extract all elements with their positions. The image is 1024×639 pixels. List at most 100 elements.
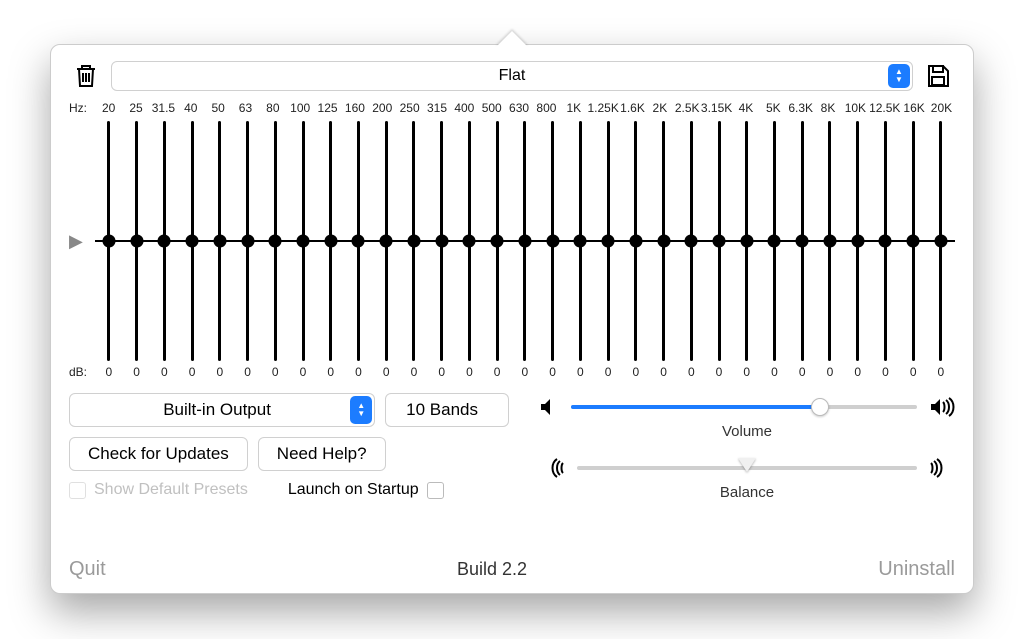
freq-label: 12.5K (869, 101, 900, 115)
slider-knob[interactable] (713, 235, 726, 248)
gain-label: 0 (345, 365, 373, 379)
eq-band-slider[interactable] (150, 121, 178, 361)
slider-knob[interactable] (934, 235, 947, 248)
eq-band-slider[interactable] (123, 121, 151, 361)
volume-slider[interactable] (571, 397, 917, 417)
eq-band-slider[interactable] (761, 121, 789, 361)
slider-knob[interactable] (879, 235, 892, 248)
slider-knob[interactable] (352, 235, 365, 248)
slider-knob[interactable] (657, 235, 670, 248)
eq-band-slider[interactable] (456, 121, 484, 361)
eq-band-slider[interactable] (345, 121, 373, 361)
eq-band-slider[interactable] (206, 121, 234, 361)
frequency-labels-row: Hz: 202531.54050638010012516020025031540… (69, 101, 955, 115)
slider-knob[interactable] (491, 235, 504, 248)
slider-knob[interactable] (574, 235, 587, 248)
slider-knob[interactable] (907, 235, 920, 248)
eq-band-slider[interactable] (677, 121, 705, 361)
eq-band-slider[interactable] (927, 121, 955, 361)
eq-band-slider[interactable] (317, 121, 345, 361)
slider-knob[interactable] (740, 235, 753, 248)
slider-knob[interactable] (102, 235, 115, 248)
gain-label: 0 (261, 365, 289, 379)
freq-label: 160 (341, 101, 368, 115)
output-device-select[interactable]: Built-in Output ▲▼ (69, 393, 375, 427)
slider-knob[interactable] (435, 235, 448, 248)
eq-band-slider[interactable] (289, 121, 317, 361)
gain-label: 0 (761, 365, 789, 379)
slider-knob[interactable] (518, 235, 531, 248)
uninstall-button[interactable]: Uninstall (878, 558, 955, 581)
slider-knob[interactable] (851, 235, 864, 248)
gain-label: 0 (899, 365, 927, 379)
need-help-button[interactable]: Need Help? (258, 437, 386, 471)
check-updates-button[interactable]: Check for Updates (69, 437, 248, 471)
controls-right: Volume Balance (539, 393, 955, 519)
eq-band-slider[interactable] (95, 121, 123, 361)
eq-band-slider[interactable] (650, 121, 678, 361)
gain-label: 0 (178, 365, 206, 379)
eq-band-slider[interactable] (539, 121, 567, 361)
slider-knob[interactable] (407, 235, 420, 248)
slider-knob[interactable] (241, 235, 254, 248)
db-axis-label: dB: (69, 365, 95, 379)
slider-knob[interactable] (796, 235, 809, 248)
eq-band-slider[interactable] (400, 121, 428, 361)
eq-band-slider[interactable] (178, 121, 206, 361)
slider-knob[interactable] (546, 235, 559, 248)
eq-band-slider[interactable] (594, 121, 622, 361)
eq-band-slider[interactable] (234, 121, 262, 361)
slider-knob[interactable] (380, 235, 393, 248)
eq-band-slider[interactable] (511, 121, 539, 361)
eq-band-slider[interactable] (733, 121, 761, 361)
launch-on-startup-checkbox[interactable]: Launch on Startup (288, 481, 444, 499)
top-bar: Flat ▲▼ (69, 59, 955, 93)
checkbox-icon (69, 482, 86, 499)
eq-band-slider[interactable] (705, 121, 733, 361)
eq-band-slider[interactable] (872, 121, 900, 361)
checkbox-icon (427, 482, 444, 499)
bands-select[interactable]: 10 Bands (385, 393, 509, 427)
slider-knob[interactable] (269, 235, 282, 248)
slider-knob[interactable] (768, 235, 781, 248)
eq-band-slider[interactable] (788, 121, 816, 361)
equalizer-popover: Flat ▲▼ Hz: 202531.540506380100125160200… (50, 44, 974, 594)
slider-knob[interactable] (685, 235, 698, 248)
slider-knob[interactable] (130, 235, 143, 248)
slider-knob[interactable] (463, 235, 476, 248)
eq-band-slider[interactable] (483, 121, 511, 361)
gain-label: 0 (677, 365, 705, 379)
freq-label: 1.25K (587, 101, 618, 115)
freq-label: 20 (95, 101, 122, 115)
slider-knob[interactable] (602, 235, 615, 248)
save-preset-button[interactable] (921, 59, 955, 93)
quit-button[interactable]: Quit (69, 558, 106, 581)
slider-knob[interactable] (297, 235, 310, 248)
output-device-label: Built-in Output (163, 400, 271, 420)
gain-label: 0 (428, 365, 456, 379)
slider-knob[interactable] (629, 235, 642, 248)
freq-label: 3.15K (701, 101, 732, 115)
slider-knob[interactable] (324, 235, 337, 248)
preset-select[interactable]: Flat ▲▼ (111, 61, 913, 91)
eq-band-slider[interactable] (899, 121, 927, 361)
gain-label: 0 (150, 365, 178, 379)
eq-band-slider[interactable] (261, 121, 289, 361)
balance-slider[interactable] (577, 458, 917, 478)
controls: Built-in Output ▲▼ 10 Bands Check for Up… (69, 393, 955, 519)
delete-preset-button[interactable] (69, 59, 103, 93)
eq-band-slider[interactable] (622, 121, 650, 361)
slider-knob[interactable] (186, 235, 199, 248)
gain-label: 0 (872, 365, 900, 379)
eq-band-slider[interactable] (816, 121, 844, 361)
slider-knob[interactable] (213, 235, 226, 248)
eq-band-slider[interactable] (844, 121, 872, 361)
eq-band-slider[interactable] (428, 121, 456, 361)
slider-knob[interactable] (823, 235, 836, 248)
eq-band-slider[interactable] (372, 121, 400, 361)
gain-label: 0 (400, 365, 428, 379)
freq-label: 31.5 (150, 101, 177, 115)
freq-label: 5K (760, 101, 787, 115)
eq-band-slider[interactable] (566, 121, 594, 361)
slider-knob[interactable] (158, 235, 171, 248)
